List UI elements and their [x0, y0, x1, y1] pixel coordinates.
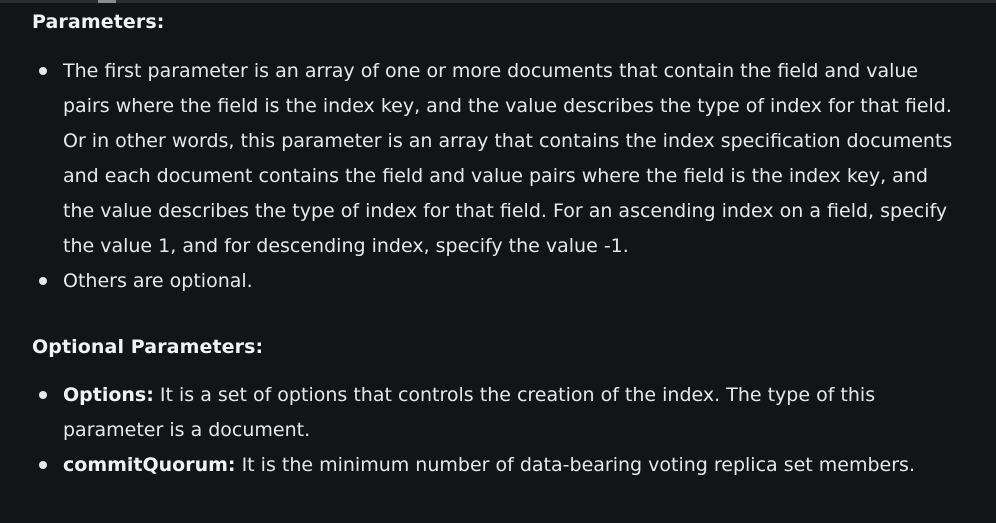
bullet-icon: [39, 277, 47, 285]
bullet-icon: [39, 461, 47, 469]
option-term: Options:: [63, 384, 154, 406]
list-item: Options: It is a set of options that con…: [32, 378, 962, 448]
option-term: commitQuorum:: [63, 454, 236, 476]
optional-parameters-heading: Optional Parameters:: [32, 336, 264, 358]
option-description: It is the minimum number of data-bearing…: [235, 454, 915, 476]
parameters-heading: Parameters:: [32, 11, 165, 33]
list-item: The first parameter is an array of one o…: [32, 54, 962, 264]
parameters-list: The first parameter is an array of one o…: [32, 54, 962, 299]
parameter-description: The first parameter is an array of one o…: [63, 60, 953, 257]
top-divider: [0, 0, 996, 3]
bullet-icon: [39, 67, 47, 75]
bullet-icon: [39, 391, 47, 399]
top-tab-marker: [98, 0, 116, 3]
parameter-description: Others are optional.: [63, 270, 253, 292]
option-description: It is a set of options that controls the…: [63, 384, 876, 441]
list-item: Others are optional.: [32, 264, 962, 299]
list-item: commitQuorum: It is the minimum number o…: [32, 448, 962, 483]
optional-parameters-list: Options: It is a set of options that con…: [32, 378, 962, 483]
